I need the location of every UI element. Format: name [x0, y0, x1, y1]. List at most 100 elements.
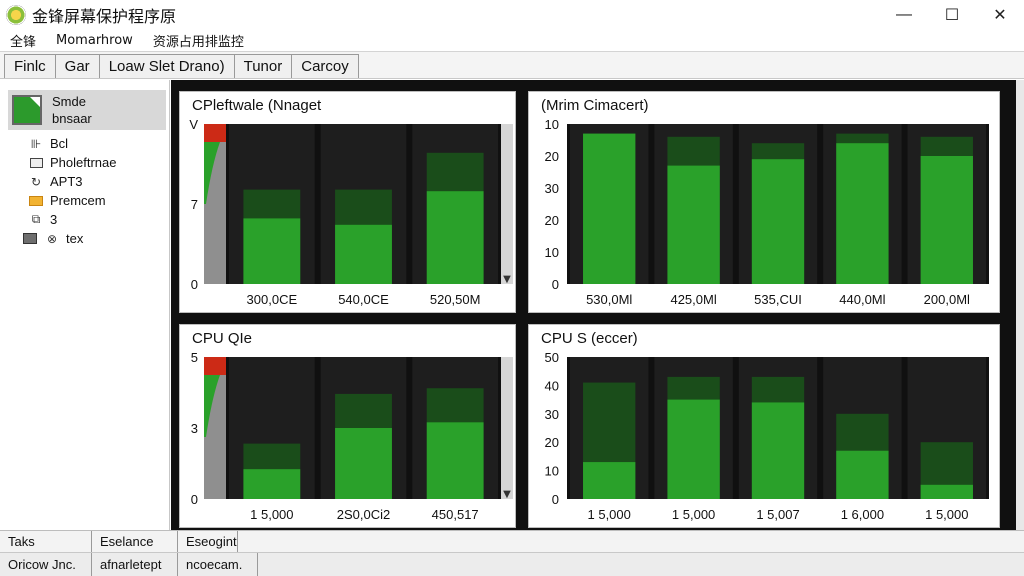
x-tick-label: 1 5,000: [250, 507, 293, 522]
sidebar-item-3[interactable]: ⧉ 3: [28, 210, 117, 229]
x-tick-label: 200,0Ml: [924, 292, 970, 307]
x-tick-label: 530,0Ml: [586, 292, 632, 307]
window-controls: — ☐ ✕: [880, 0, 1024, 30]
x-tick-label: 1 6,000: [841, 507, 884, 522]
status-bar-top: Taks Eselance Eseogint: [0, 530, 1024, 552]
menu-item-1[interactable]: 全锋: [10, 31, 36, 50]
x-tick-label: 440,0Ml: [839, 292, 885, 307]
sidebar-item-tex[interactable]: ⊗ tex: [22, 229, 117, 248]
y-tick-label: 40: [545, 378, 559, 393]
bar: [335, 428, 392, 499]
minimize-button[interactable]: —: [880, 0, 928, 30]
y-tick-label: 0: [552, 492, 559, 507]
y-tick-label: 10: [545, 245, 559, 260]
status-domain: ncoecam.: [178, 553, 258, 576]
status-tasks[interactable]: Taks: [0, 531, 92, 552]
sidebar-selected-line1: Smde: [52, 94, 86, 109]
bar: [426, 191, 484, 284]
toolbar-tab-tunor[interactable]: Tunor: [233, 54, 293, 78]
y-tick-label: 10: [545, 117, 559, 132]
y-tick-label: V: [189, 117, 198, 132]
bar: [583, 462, 636, 499]
status-balance[interactable]: Eselance: [92, 531, 178, 552]
sidebar-item-label: Premcem: [50, 193, 106, 208]
y-tick-label: 3: [191, 421, 198, 436]
chart-svg: ▼ 0 7 V 300,0CE 540,0CE 520,50M: [189, 117, 513, 307]
menu-item-3[interactable]: 资源占用排监控: [153, 31, 244, 50]
x-tick-label: 300,0CE: [247, 292, 298, 307]
sidebar-item-pholeftrnae[interactable]: Pholeftrnae: [28, 153, 117, 172]
vertical-scrollbar: [501, 124, 513, 284]
bar: [583, 133, 636, 284]
menu-item-2[interactable]: Momarhrow: [56, 33, 133, 48]
status-company: Oricow Jnc.: [0, 553, 92, 576]
refresh-icon: ↻: [30, 174, 42, 189]
x-tick-label: 1 5,000: [925, 507, 968, 522]
chart-area: CPleftwale (Nnaget ▼ 0 7 V 300,0CE 540,0CE 520…: [171, 80, 1024, 530]
status-bar-bottom: Oricow Jnc. afnarletept ncoecam.: [0, 552, 1024, 576]
sidebar-item-label: 3: [50, 212, 58, 227]
chart-panel-4: CPU S (eccer) 0 10 20 30 40 50 1 5,000 1 5,000 1…: [528, 324, 1000, 528]
chart-svg: 0 10 20 30 40 50 1 5,000 1 5,000 1 5,007 1 6,000 1…: [545, 350, 989, 522]
menu-bar: 全锋 Momarhrow 资源占用排监控: [0, 30, 1024, 50]
bar: [920, 156, 973, 284]
y-tick-label: 30: [545, 407, 559, 422]
screensaver-thumbnail-icon: [12, 95, 42, 125]
y-tick-label: 10: [545, 464, 559, 479]
x-tick-label: 450,517: [432, 507, 479, 522]
x-tick-label: 2S0,0Ci2: [337, 507, 390, 522]
bar: [335, 224, 392, 284]
x-tick-label: 1 5,007: [756, 507, 799, 522]
bar: [920, 484, 973, 499]
toolbar-tab-finlc[interactable]: Finlc: [4, 54, 56, 78]
disk-icon: [22, 233, 38, 244]
close-circle-icon: ⊗: [46, 231, 58, 246]
sidebar: Smde bnsaar ⊪ Bcl Pholeftrnae ↻ APT3 Pre…: [0, 80, 170, 530]
sidebar-item-label: Pholeftrnae: [50, 155, 117, 170]
bar: [836, 450, 889, 499]
sidebar-selected-label: Smde bnsaar: [52, 93, 92, 127]
chart-svg: ▼ 0 3 5 1 5,000 2S0,0Ci2 450,517: [191, 350, 513, 522]
toolbar-tab-loaw[interactable]: Loaw Slet Drano): [98, 54, 235, 78]
bar: [667, 165, 720, 284]
close-button[interactable]: ✕: [976, 0, 1024, 30]
y-tick-label: 20: [545, 435, 559, 450]
toolbar: Finlc Gar Loaw Slet Drano) Tunor Carcoy: [0, 51, 1024, 79]
y-tick-label: 5: [191, 350, 198, 365]
y-tick-label: 7: [191, 197, 198, 212]
status-website: afnarletept: [92, 553, 178, 576]
chart-panel-2: (Mrim Cimacert) 0 10 20 30 20 10 530,0Ml 425,0M…: [528, 91, 1000, 313]
window-icon: [28, 157, 44, 168]
y-tick-label: 0: [191, 277, 198, 292]
bar: [836, 143, 889, 284]
x-tick-label: 1 5,000: [588, 507, 631, 522]
y-tick-label: 30: [545, 181, 559, 196]
y-tick-label: 0: [552, 277, 559, 292]
title-bar: 金锋屏幕保护程序原 — ☐ ✕: [0, 0, 1024, 30]
layers-icon: ⧉: [31, 212, 41, 226]
folder-icon: [28, 195, 44, 206]
vertical-scrollbar: [501, 357, 513, 499]
chart-panel-3: CPU QIe ▼ 0 3 5 1 5,000 2S0,0Ci2 450,517: [179, 324, 516, 528]
sidebar-item-apt3[interactable]: ↻ APT3: [28, 172, 117, 191]
sidebar-item-premcem[interactable]: Premcem: [28, 191, 117, 210]
sidebar-selected-item[interactable]: Smde bnsaar: [8, 90, 166, 130]
bar: [243, 469, 301, 499]
x-tick-label: 520,50M: [430, 292, 481, 307]
sidebar-item-label: tex: [66, 231, 84, 246]
sidebar-item-bcl[interactable]: ⊪ Bcl: [28, 134, 117, 153]
gauge-alert-marker: [204, 357, 226, 375]
status-segment[interactable]: Eseogint: [178, 531, 238, 552]
y-tick-label: 20: [545, 213, 559, 228]
toolbar-tab-carcoy[interactable]: Carcoy: [291, 54, 359, 78]
maximize-button[interactable]: ☐: [928, 0, 976, 30]
bar: [667, 399, 720, 499]
toolbar-tab-gar[interactable]: Gar: [54, 54, 100, 78]
sidebar-item-label: APT3: [50, 174, 83, 189]
x-tick-label: 540,0CE: [338, 292, 389, 307]
bar: [426, 422, 484, 499]
chart-svg: 0 10 20 30 20 10 530,0Ml 425,0Ml 535,CUI 440,0Ml 2…: [545, 117, 989, 307]
x-tick-label: 425,0Ml: [670, 292, 716, 307]
scroll-down-arrow-icon: ▼: [503, 489, 511, 500]
bar: [751, 402, 805, 499]
